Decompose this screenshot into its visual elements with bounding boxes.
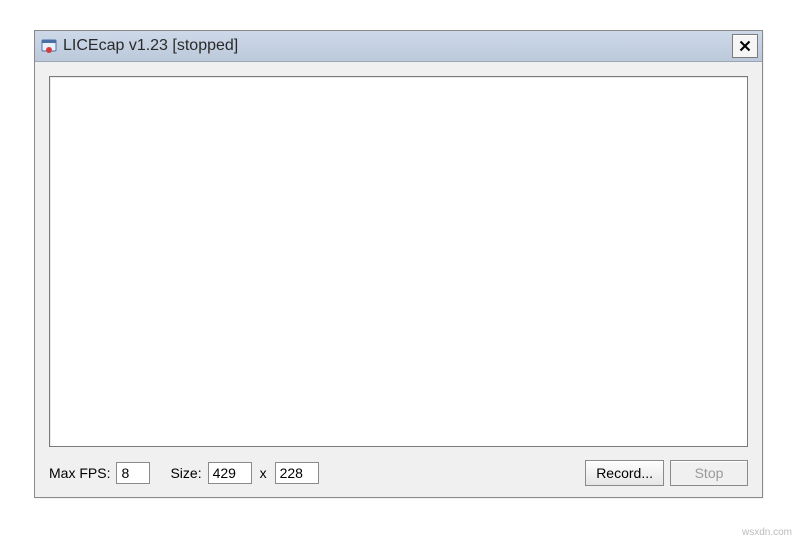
record-button[interactable]: Record...: [585, 460, 664, 486]
app-icon: [41, 38, 57, 54]
client-area: Max FPS: Size: x Record... Stop: [35, 62, 762, 497]
times-symbol: x: [258, 465, 269, 481]
title-bar[interactable]: LICEcap v1.23 [stopped]: [35, 31, 762, 62]
size-label: Size:: [170, 465, 201, 481]
max-fps-input[interactable]: [116, 462, 150, 484]
bottom-toolbar: Max FPS: Size: x Record... Stop: [49, 447, 748, 489]
app-window: LICEcap v1.23 [stopped] Max FPS: Size: x…: [34, 30, 763, 498]
window-title: LICEcap v1.23 [stopped]: [63, 37, 732, 55]
width-input[interactable]: [208, 462, 252, 484]
capture-region: [49, 76, 748, 447]
watermark: wsxdn.com: [742, 527, 792, 538]
stop-button[interactable]: Stop: [670, 460, 748, 486]
height-input[interactable]: [275, 462, 319, 484]
max-fps-label: Max FPS:: [49, 465, 110, 481]
close-icon: [739, 40, 751, 52]
close-button[interactable]: [732, 34, 758, 58]
